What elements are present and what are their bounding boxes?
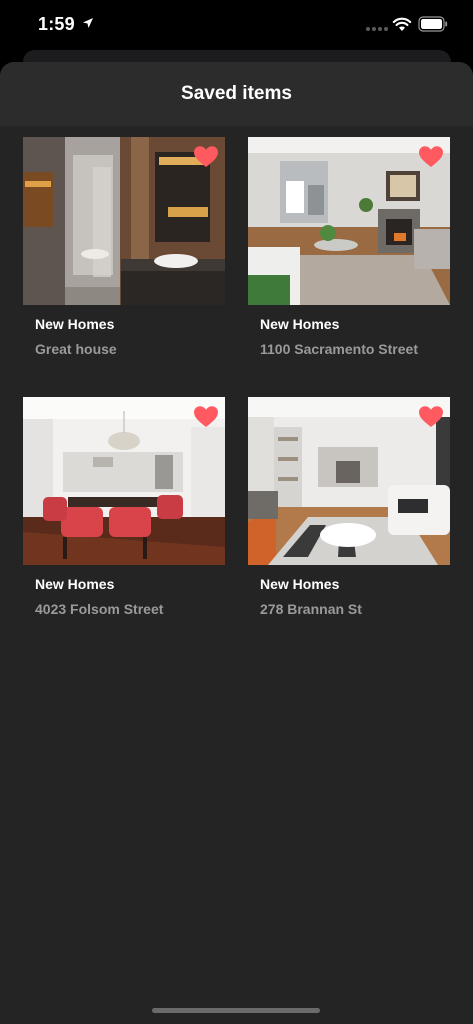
item-category: New Homes bbox=[260, 576, 340, 592]
saved-item-card[interactable]: New Homes 1100 Sacramento Street bbox=[248, 137, 450, 357]
battery-icon bbox=[418, 16, 448, 32]
heart-icon[interactable] bbox=[418, 145, 444, 169]
heart-icon[interactable] bbox=[193, 405, 219, 429]
item-category: New Homes bbox=[260, 316, 340, 332]
wifi-icon bbox=[392, 17, 412, 31]
item-category: New Homes bbox=[35, 576, 115, 592]
item-category: New Homes bbox=[35, 316, 115, 332]
item-title: 4023 Folsom Street bbox=[35, 601, 164, 617]
heart-icon[interactable] bbox=[193, 145, 219, 169]
status-time: 1:59 bbox=[38, 14, 75, 34]
item-title: 1100 Sacramento Street bbox=[260, 341, 418, 357]
saved-item-card[interactable]: New Homes Great house bbox=[23, 137, 225, 357]
saved-item-card[interactable]: New Homes 278 Brannan St bbox=[248, 397, 450, 617]
home-indicator[interactable] bbox=[152, 1008, 320, 1013]
item-title: Great house bbox=[35, 341, 117, 357]
location-arrow-icon bbox=[83, 18, 93, 28]
lounge-photo bbox=[248, 397, 450, 565]
status-bar: 1:59 bbox=[0, 0, 473, 50]
saved-items-grid: New Homes Great house New Homes 1100 Sac… bbox=[0, 62, 473, 862]
item-title: 278 Brannan St bbox=[260, 601, 362, 617]
bathroom-photo bbox=[23, 137, 225, 305]
heart-icon[interactable] bbox=[418, 405, 444, 429]
dining-room-photo bbox=[23, 397, 225, 565]
cellular-signal-icon bbox=[366, 27, 388, 31]
living-room-photo bbox=[248, 137, 450, 305]
saved-items-sheet: Saved items New Homes Great house New Ho… bbox=[0, 62, 473, 1024]
saved-item-card[interactable]: New Homes 4023 Folsom Street bbox=[23, 397, 225, 617]
